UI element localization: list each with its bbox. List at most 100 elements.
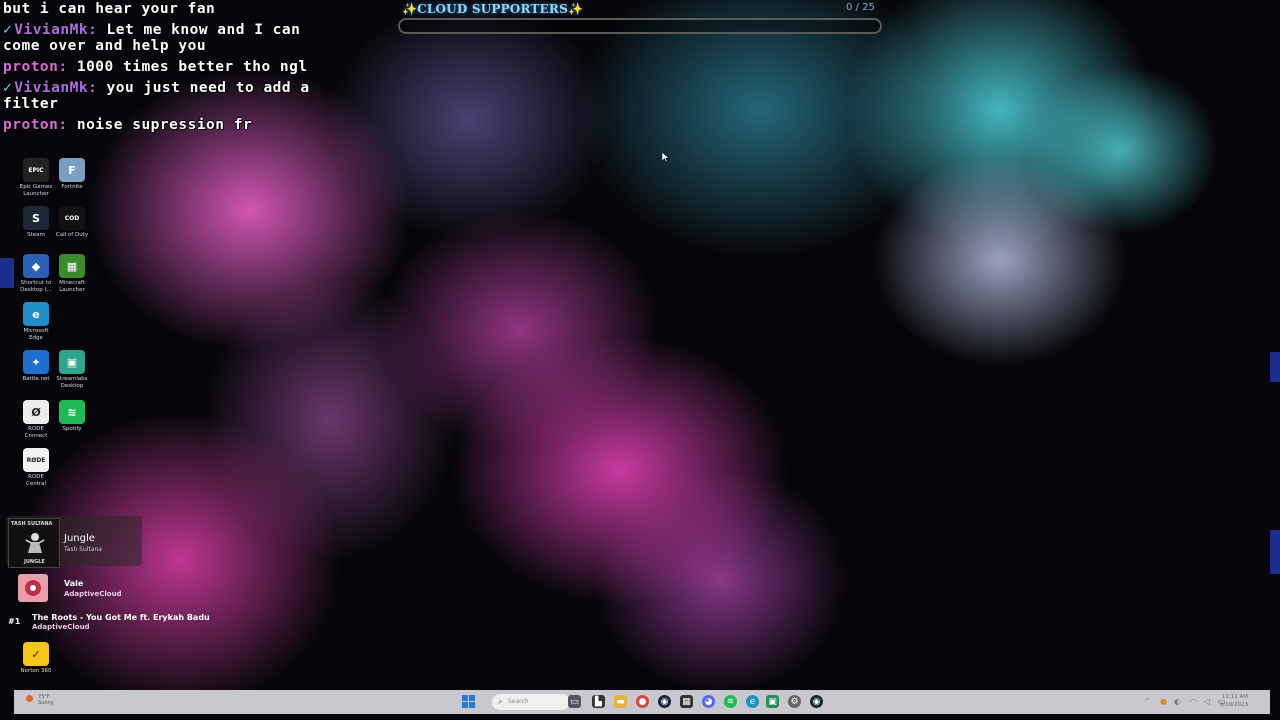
chrome-icon[interactable]: ● — [636, 695, 649, 708]
task-view-icon[interactable]: ▭ — [568, 695, 581, 708]
desktop-icon-minecraft[interactable]: ▦ Minecraft Launcher — [54, 254, 90, 294]
tray-app-icon[interactable]: ● — [1160, 697, 1167, 706]
desktop-icon-streamlabs[interactable]: ▣ Streamlabs Desktop — [54, 350, 90, 390]
desktop-icon-label: Steam — [27, 232, 45, 238]
chat-text: noise supression fr — [76, 117, 253, 133]
desktop-icon-label: Call of Duty — [55, 232, 89, 238]
steam-running-icon[interactable]: ◉ — [810, 695, 823, 708]
stream-chat-overlay: but i can hear your fan ✓ VivianMk: Let m… — [3, 1, 313, 138]
weather-desc: Sunny — [38, 700, 54, 706]
desktop-icon-shortcut[interactable]: ◆ Shortcut to Desktop (... — [18, 254, 54, 294]
desktop-icon-label: Streamlabs Desktop — [56, 376, 88, 389]
chat-message: but i can hear your fan — [3, 1, 313, 17]
desktop-icon-rode-central[interactable]: RØDE RODE Central — [18, 448, 54, 488]
shortcut-icon: ◆ — [23, 254, 49, 278]
desktop-icon-label: Fortnite — [61, 184, 83, 190]
spotify-taskbar-icon[interactable]: ≋ — [724, 695, 737, 708]
desktop-icon-norton[interactable]: ✓ Norton 360 — [18, 642, 54, 675]
call-of-duty-icon: COD — [59, 206, 85, 230]
mouse-cursor-icon — [662, 152, 670, 163]
album-art: TASH SULTANA JUNGLE — [8, 518, 60, 568]
queue-item: #1 The Roots - You Got Me ft. Erykah Bad… — [8, 612, 310, 634]
minecraft-icon: ▦ — [59, 254, 85, 278]
epic-games-icon: EPIC — [23, 158, 49, 182]
queue-artist: AdaptiveCloud — [32, 623, 90, 631]
goal-title: ✨CLOUD SUPPORTERS✨ — [402, 2, 584, 16]
settings-gear-icon[interactable]: ⚙ — [788, 695, 801, 708]
edge-icon: e — [23, 302, 49, 326]
goal-progress-bar — [398, 18, 882, 34]
tray-app-icon[interactable]: ◐ — [1174, 697, 1181, 706]
start-menu-icon[interactable] — [462, 695, 475, 708]
norton-icon: ✓ — [23, 642, 49, 666]
now-playing-artist: Tash Sultana — [64, 546, 102, 553]
wifi-icon[interactable]: ◠ — [1190, 697, 1197, 706]
desktop-icon-battlenet[interactable]: ✦ Battle.net — [18, 350, 54, 383]
taskbar-search-input[interactable]: ⌕ Search — [492, 694, 570, 710]
goal-count: 0 / 25 — [846, 2, 875, 13]
streamlabs-icon: ▣ — [59, 350, 85, 374]
chat-message: ✓ VivianMk: you just need to add a filter — [3, 80, 313, 112]
chat-message: proton: noise supression fr — [3, 117, 313, 133]
desktop-icon-spotify[interactable]: ≋ Spotify — [54, 400, 90, 433]
desktop-icon-label: Minecraft Launcher — [59, 280, 85, 293]
taskbar-clock[interactable]: 11:11 AM 9/10/2023 — [1220, 693, 1248, 709]
edge-strip-right — [1270, 352, 1280, 382]
desktop-icon-rode-connect[interactable]: Ø RODE Connect — [18, 400, 54, 440]
desktop-icon-fortnite[interactable]: F Fortnite — [54, 158, 90, 191]
calculator-icon[interactable]: ▦ — [680, 695, 693, 708]
now-playing-widget: TASH SULTANA JUNGLE Jungle Tash Sultana — [6, 516, 142, 568]
fortnite-icon: F — [59, 158, 85, 182]
taskbar: 73°F Sunny ⌕ Search ▭ ▙ ▬ ● ◉ ▦ ◕ ≋ e ▣ … — [14, 690, 1270, 714]
edge-strip-left — [0, 258, 14, 288]
chat-username: proton: — [3, 117, 68, 133]
chat-username: VivianMk: — [14, 80, 98, 96]
desktop-icon-label: Norton 360 — [20, 668, 52, 674]
search-placeholder: Search — [508, 698, 529, 705]
clock-time: 11:11 AM — [1221, 694, 1248, 700]
search-icon: ⌕ — [498, 697, 503, 706]
desktop-icon-label: RODE Connect — [24, 426, 48, 439]
steam-taskbar-icon[interactable]: ◉ — [658, 695, 671, 708]
queue-item: Vale AdaptiveCloud — [10, 574, 310, 604]
queue-thumbnail — [18, 574, 48, 602]
rode-connect-icon: Ø — [23, 400, 49, 424]
weather-sun-icon[interactable] — [26, 695, 33, 702]
chat-username: proton: — [3, 59, 68, 75]
desktop-icon-label: Epic Games Launcher — [19, 184, 53, 197]
desktop-icon-label: Microsoft Edge — [23, 328, 49, 341]
queue-title: Vale — [64, 579, 84, 588]
volume-icon[interactable]: ◁ — [1204, 697, 1210, 706]
file-explorer-icon[interactable]: ▙ — [592, 695, 605, 708]
chat-message: proton: 1000 times better tho ngl — [3, 59, 313, 75]
desktop-icon-label: Spotify — [62, 426, 82, 432]
xbox-icon[interactable]: ▣ — [766, 695, 779, 708]
discord-icon[interactable]: ◕ — [702, 695, 715, 708]
queue-title: The Roots - You Got Me ft. Erykah Badu — [32, 613, 210, 622]
desktop-icon-call-of-duty[interactable]: COD Call of Duty — [54, 206, 90, 239]
battlenet-icon: ✦ — [23, 350, 49, 374]
track-art-icon — [25, 580, 41, 596]
chat-text: but i can hear your fan — [3, 1, 216, 17]
desktop-icon-label: Shortcut to Desktop (... — [20, 280, 52, 293]
edge-taskbar-icon[interactable]: e — [746, 695, 759, 708]
desktop-icon-edge[interactable]: e Microsoft Edge — [18, 302, 54, 342]
desktop-icon-epic-games[interactable]: EPIC Epic Games Launcher — [18, 158, 54, 198]
weather-widget[interactable]: 73°F Sunny — [38, 694, 54, 706]
desktop-icon-steam[interactable]: S Steam — [18, 206, 54, 239]
rode-central-icon: RØDE — [23, 448, 49, 472]
spotify-icon: ≋ — [59, 400, 85, 424]
queue-artist: AdaptiveCloud — [64, 590, 122, 598]
queue-rank: #1 — [8, 617, 21, 626]
verified-badge-icon: ✓ — [3, 80, 13, 96]
desktop-icon-label: RODE Central — [25, 474, 47, 487]
folder-icon[interactable]: ▬ — [614, 695, 627, 708]
album-art-artist: TASH SULTANA — [11, 521, 53, 527]
chat-message: ✓ VivianMk: Let me know and I can come ov… — [3, 22, 313, 54]
now-playing-title: Jungle — [64, 533, 95, 544]
chat-text: 1000 times better tho ngl — [76, 59, 308, 75]
chat-username: VivianMk: — [14, 22, 98, 38]
tray-chevron-icon[interactable]: ⌃ — [1144, 697, 1151, 706]
steam-icon: S — [23, 206, 49, 230]
album-art-title: JUNGLE — [24, 559, 45, 565]
